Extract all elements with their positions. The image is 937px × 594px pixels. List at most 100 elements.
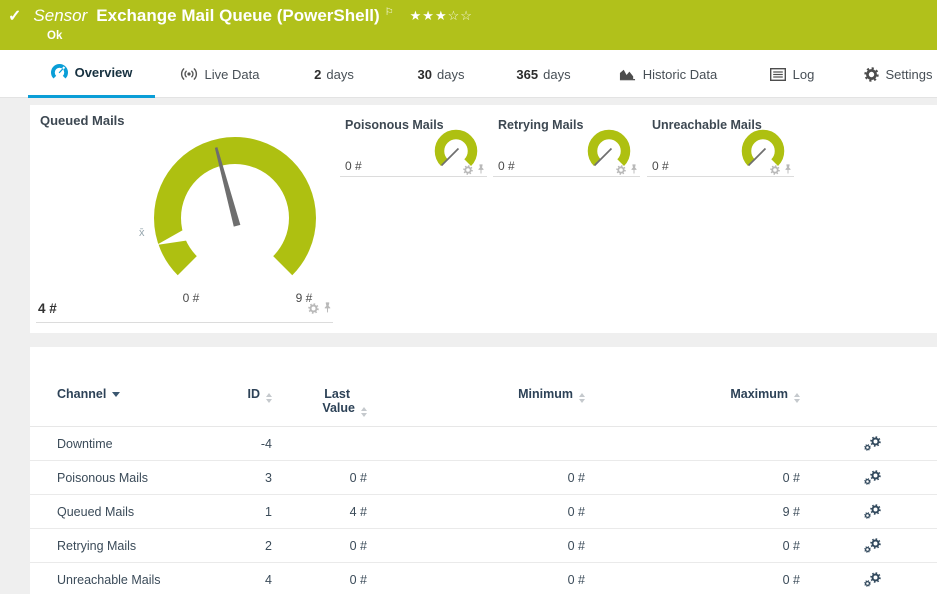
primary-gauge-controls [308,302,332,314]
tab-live-data[interactable]: Live Data [162,50,277,98]
column-header-channel[interactable]: Channel [57,387,207,401]
table-row: Retrying Mails 2 0 # 0 # 0 # [30,529,937,563]
channels-table-panel: Channel ID Last Value Minimum Maximum Do… [30,347,937,594]
small-gauge-value: 0 # [652,159,669,173]
column-header-minimum[interactable]: Minimum [367,387,585,403]
channel-last-value: 0 # [272,471,367,485]
small-gauge-poisonous: Poisonous Mails 0 # [340,112,490,183]
channel-minimum: 0 # [367,539,585,553]
divider [340,176,487,177]
small-gauge-unreachable: Unreachable Mails 0 # [647,112,797,183]
channel-minimum: 0 # [367,471,585,485]
average-marker-label: x̄ [139,227,145,239]
channel-id: -4 [207,437,272,451]
channel-maximum: 0 # [585,573,800,587]
gear-icon[interactable] [308,303,319,314]
channel-name[interactable]: Retrying Mails [57,539,207,553]
pin-icon[interactable] [784,164,792,175]
gauge-icon [51,64,68,81]
small-gauge-retrying: Retrying Mails 0 # [493,112,643,183]
channel-minimum: 0 # [367,573,585,587]
tab-settings[interactable]: Settings [852,50,937,98]
priority-rating[interactable]: ★★★☆☆ [410,8,473,24]
sensor-header-bar: ✓ Sensor Exchange Mail Queue (PowerShell… [0,0,937,50]
tab-overview-label: Overview [75,65,133,80]
primary-gauge-title: Queued Mails [40,113,125,128]
channel-last-value: 4 # [272,505,367,519]
divider [36,322,333,323]
channel-settings-icon[interactable] [863,470,882,486]
column-header-last-value[interactable]: Last Value [272,387,367,417]
small-gauge-controls [616,164,638,175]
stars-filled[interactable]: ★★★ [410,8,448,23]
column-header-id[interactable]: ID [207,387,272,403]
tab-historic-data-label: Historic Data [643,67,717,82]
small-gauge-value: 0 # [345,159,362,173]
tab-bar: Overview Live Data 2 days 30 days 365 da… [0,50,937,98]
status-badge: Ok [47,30,62,42]
divider [647,176,794,177]
small-gauge-title: Retrying Mails [498,118,583,132]
tab-365-days-label: days [543,67,570,82]
table-row: Queued Mails 1 4 # 0 # 9 # [30,495,937,529]
sort-desc-icon [112,392,120,397]
channel-minimum: 0 # [367,505,585,519]
primary-gauge-value: 4 # [38,301,57,316]
tab-settings-label: Settings [886,67,933,82]
pin-icon[interactable] [630,164,638,175]
channel-last-value: 0 # [272,573,367,587]
tab-30-days-label: days [437,67,464,82]
channel-name[interactable]: Downtime [57,437,207,451]
sort-icon [794,393,800,403]
tab-historic-data[interactable]: Historic Data [602,50,734,98]
area-chart-icon [619,67,636,81]
table-header-row: Channel ID Last Value Minimum Maximum [30,347,937,427]
table-row: Poisonous Mails 3 0 # 0 # 0 # [30,461,937,495]
tab-live-data-label: Live Data [205,67,260,82]
tab-30-days-number: 30 [418,67,432,82]
sort-icon [361,407,367,417]
gear-icon[interactable] [770,165,780,175]
object-kind-label: Sensor [33,6,87,26]
small-gauge-value: 0 # [498,159,515,173]
pin-icon[interactable] [477,164,485,175]
tab-2-days-number: 2 [314,67,321,82]
channel-maximum: 9 # [585,505,800,519]
tab-log[interactable]: Log [758,50,826,98]
tab-overview[interactable]: Overview [28,50,155,98]
column-header-maximum[interactable]: Maximum [585,387,800,403]
log-list-icon [770,68,786,81]
gauges-panel: Queued Mails x̄ 0 # 9 # 4 # Poisonous Ma… [30,105,937,333]
table-row: Downtime -4 [30,427,937,461]
status-ok-check-icon: ✓ [8,6,21,26]
channel-settings-icon[interactable] [863,538,882,554]
tab-30-days[interactable]: 30 days [400,50,482,98]
tab-2-days[interactable]: 2 days [295,50,373,98]
pin-icon[interactable] [323,302,332,314]
channel-name[interactable]: Unreachable Mails [57,573,207,587]
channel-maximum: 0 # [585,471,800,485]
stars-empty[interactable]: ☆☆ [448,8,473,23]
gear-icon[interactable] [616,165,626,175]
channel-settings-icon[interactable] [863,572,882,588]
tab-365-days[interactable]: 365 days [496,50,591,98]
small-gauge-controls [463,164,485,175]
tab-2-days-label: days [326,67,353,82]
tab-365-days-number: 365 [516,67,538,82]
divider [493,176,640,177]
channel-maximum: 0 # [585,539,800,553]
sensor-title-row: ✓ Sensor Exchange Mail Queue (PowerShell… [8,6,473,26]
channel-settings-icon[interactable] [863,504,882,520]
flag-icon[interactable]: ⚐ [385,7,394,18]
channel-settings-icon[interactable] [863,436,882,452]
channel-id: 4 [207,573,272,587]
channel-id: 2 [207,539,272,553]
channel-name[interactable]: Queued Mails [57,505,207,519]
tab-log-label: Log [793,67,815,82]
gear-icon[interactable] [463,165,473,175]
channel-name[interactable]: Poisonous Mails [57,471,207,485]
channel-last-value: 0 # [272,539,367,553]
channel-id: 1 [207,505,272,519]
channel-id: 3 [207,471,272,485]
gear-icon [864,67,879,82]
